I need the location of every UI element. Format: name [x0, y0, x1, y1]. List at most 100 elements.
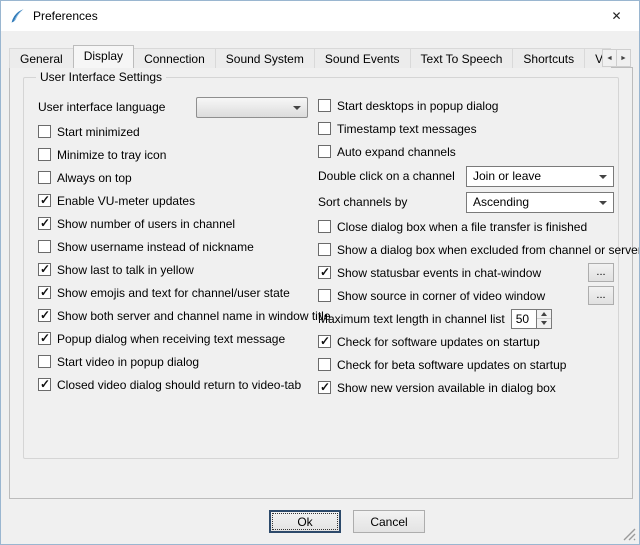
- checkbox-row-software-updates[interactable]: Check for software updates on startup: [318, 330, 614, 353]
- language-row: User interface language: [38, 94, 308, 120]
- checkbox-label: Show last to talk in yellow: [57, 263, 194, 277]
- tab-shortcuts[interactable]: Shortcuts: [512, 48, 585, 68]
- checkbox[interactable]: [38, 378, 51, 391]
- checkbox-label: Close dialog box when a file transfer is…: [337, 220, 587, 234]
- checkbox-label: Check for software updates on startup: [337, 335, 540, 349]
- checkbox[interactable]: [318, 289, 331, 302]
- max-text-length-value[interactable]: 50: [511, 309, 537, 329]
- checkbox-row-new-version[interactable]: Show new version available in dialog box: [318, 376, 614, 399]
- checkbox-label: Show a dialog box when excluded from cha…: [337, 243, 640, 257]
- tab-scrollers: ◄ ►: [603, 49, 631, 67]
- checkbox-label: Show both server and channel name in win…: [57, 309, 331, 323]
- checkbox-row-start-minimized[interactable]: Start minimized: [38, 120, 308, 143]
- checkbox-row-timestamp[interactable]: Timestamp text messages: [318, 117, 614, 140]
- checkbox[interactable]: [38, 217, 51, 230]
- checkbox-row-vu-meter[interactable]: Enable VU-meter updates: [38, 189, 308, 212]
- checkbox-label: Start desktops in popup dialog: [337, 99, 498, 113]
- checkbox-label: Always on top: [57, 171, 132, 185]
- tab-sound-system[interactable]: Sound System: [215, 48, 315, 68]
- right-column: Start desktops in popup dialog Timestamp…: [318, 94, 614, 399]
- checkbox[interactable]: [318, 220, 331, 233]
- chevron-down-icon: [599, 201, 607, 205]
- group-title: User Interface Settings: [36, 70, 166, 84]
- cancel-button[interactable]: Cancel: [353, 510, 425, 533]
- spin-up-icon[interactable]: [537, 310, 551, 319]
- checkbox-row-auto-expand[interactable]: Auto expand channels: [318, 140, 614, 163]
- checkbox-row-video-popup[interactable]: Start video in popup dialog: [38, 350, 308, 373]
- checkbox[interactable]: [318, 99, 331, 112]
- language-combobox[interactable]: [196, 97, 308, 118]
- checkbox-label: Show source in corner of video window: [337, 289, 545, 303]
- sort-channels-row: Sort channels by Ascending: [318, 189, 614, 215]
- checkbox-label: Popup dialog when receiving text message: [57, 332, 285, 346]
- tab-display[interactable]: Display: [73, 45, 134, 68]
- spin-down-icon[interactable]: [537, 318, 551, 328]
- checkbox-row-minimize-tray[interactable]: Minimize to tray icon: [38, 143, 308, 166]
- checkbox-row-username-nickname[interactable]: Show username instead of nickname: [38, 235, 308, 258]
- checkbox-label: Timestamp text messages: [337, 122, 477, 136]
- checkbox-label: Closed video dialog should return to vid…: [57, 378, 301, 392]
- chevron-down-icon: [599, 175, 607, 179]
- checkbox-label: Enable VU-meter updates: [57, 194, 195, 208]
- checkbox-row-excluded-dialog[interactable]: Show a dialog box when excluded from cha…: [318, 238, 614, 261]
- checkbox[interactable]: [318, 266, 331, 279]
- tab-sound-events[interactable]: Sound Events: [314, 48, 411, 68]
- statusbar-events-options-button[interactable]: ...: [588, 263, 614, 282]
- max-text-length-spinner[interactable]: 50: [511, 309, 552, 329]
- checkbox[interactable]: [38, 332, 51, 345]
- checkbox-row-beta-updates[interactable]: Check for beta software updates on start…: [318, 353, 614, 376]
- checkbox-row-closed-video-dialog[interactable]: Closed video dialog should return to vid…: [38, 373, 308, 396]
- tab-scroll-left-button[interactable]: ◄: [602, 49, 617, 67]
- checkbox-row-always-on-top[interactable]: Always on top: [38, 166, 308, 189]
- checkbox-row-file-transfer[interactable]: Close dialog box when a file transfer is…: [318, 215, 614, 238]
- checkbox[interactable]: [38, 240, 51, 253]
- checkbox-label: Show username instead of nickname: [57, 240, 254, 254]
- video-source-options-button[interactable]: ...: [588, 286, 614, 305]
- checkbox[interactable]: [318, 335, 331, 348]
- checkbox[interactable]: [38, 263, 51, 276]
- checkbox[interactable]: [318, 122, 331, 135]
- sort-channels-combobox[interactable]: Ascending: [466, 192, 614, 213]
- app-icon: [9, 8, 25, 24]
- checkbox-label: Auto expand channels: [337, 145, 456, 159]
- tab-bar: General Display Connection Sound System …: [9, 45, 611, 68]
- checkbox[interactable]: [318, 145, 331, 158]
- titlebar[interactable]: Preferences ✕: [1, 1, 639, 31]
- checkbox-label: Start minimized: [57, 125, 140, 139]
- close-button[interactable]: ✕: [594, 1, 639, 30]
- checkbox-row-popup-text-message[interactable]: Popup dialog when receiving text message: [38, 327, 308, 350]
- checkbox[interactable]: [38, 171, 51, 184]
- chevron-down-icon: [293, 106, 301, 110]
- checkbox-row-start-desktops[interactable]: Start desktops in popup dialog: [318, 94, 614, 117]
- checkbox[interactable]: [38, 286, 51, 299]
- sort-channels-value: Ascending: [473, 195, 529, 209]
- video-source-row: Show source in corner of video window ..…: [318, 284, 614, 307]
- language-label: User interface language: [38, 100, 165, 114]
- checkbox-label: Minimize to tray icon: [57, 148, 166, 162]
- checkbox[interactable]: [38, 125, 51, 138]
- checkbox-row-last-to-talk[interactable]: Show last to talk in yellow: [38, 258, 308, 281]
- spinner-buttons: [537, 309, 552, 329]
- checkbox[interactable]: [38, 148, 51, 161]
- checkbox[interactable]: [318, 243, 331, 256]
- statusbar-events-row: Show statusbar events in chat-window ...: [318, 261, 614, 284]
- checkbox-row-window-title[interactable]: Show both server and channel name in win…: [38, 304, 308, 327]
- checkbox-label: Show statusbar events in chat-window: [337, 266, 541, 280]
- double-click-combobox[interactable]: Join or leave: [466, 166, 614, 187]
- checkbox-row-emojis[interactable]: Show emojis and text for channel/user st…: [38, 281, 308, 304]
- window-title: Preferences: [33, 9, 98, 23]
- checkbox-label: Show emojis and text for channel/user st…: [57, 286, 290, 300]
- checkbox[interactable]: [38, 355, 51, 368]
- checkbox-row-number-of-users[interactable]: Show number of users in channel: [38, 212, 308, 235]
- checkbox[interactable]: [38, 309, 51, 322]
- tab-scroll-right-button[interactable]: ►: [616, 49, 631, 67]
- tab-text-to-speech[interactable]: Text To Speech: [410, 48, 514, 68]
- checkbox[interactable]: [38, 194, 51, 207]
- checkbox-label: Show number of users in channel: [57, 217, 235, 231]
- checkbox[interactable]: [318, 358, 331, 371]
- tab-general[interactable]: General: [9, 48, 74, 68]
- tab-connection[interactable]: Connection: [133, 48, 216, 68]
- resize-grip[interactable]: [623, 528, 636, 541]
- ok-button[interactable]: Ok: [269, 510, 341, 533]
- checkbox[interactable]: [318, 381, 331, 394]
